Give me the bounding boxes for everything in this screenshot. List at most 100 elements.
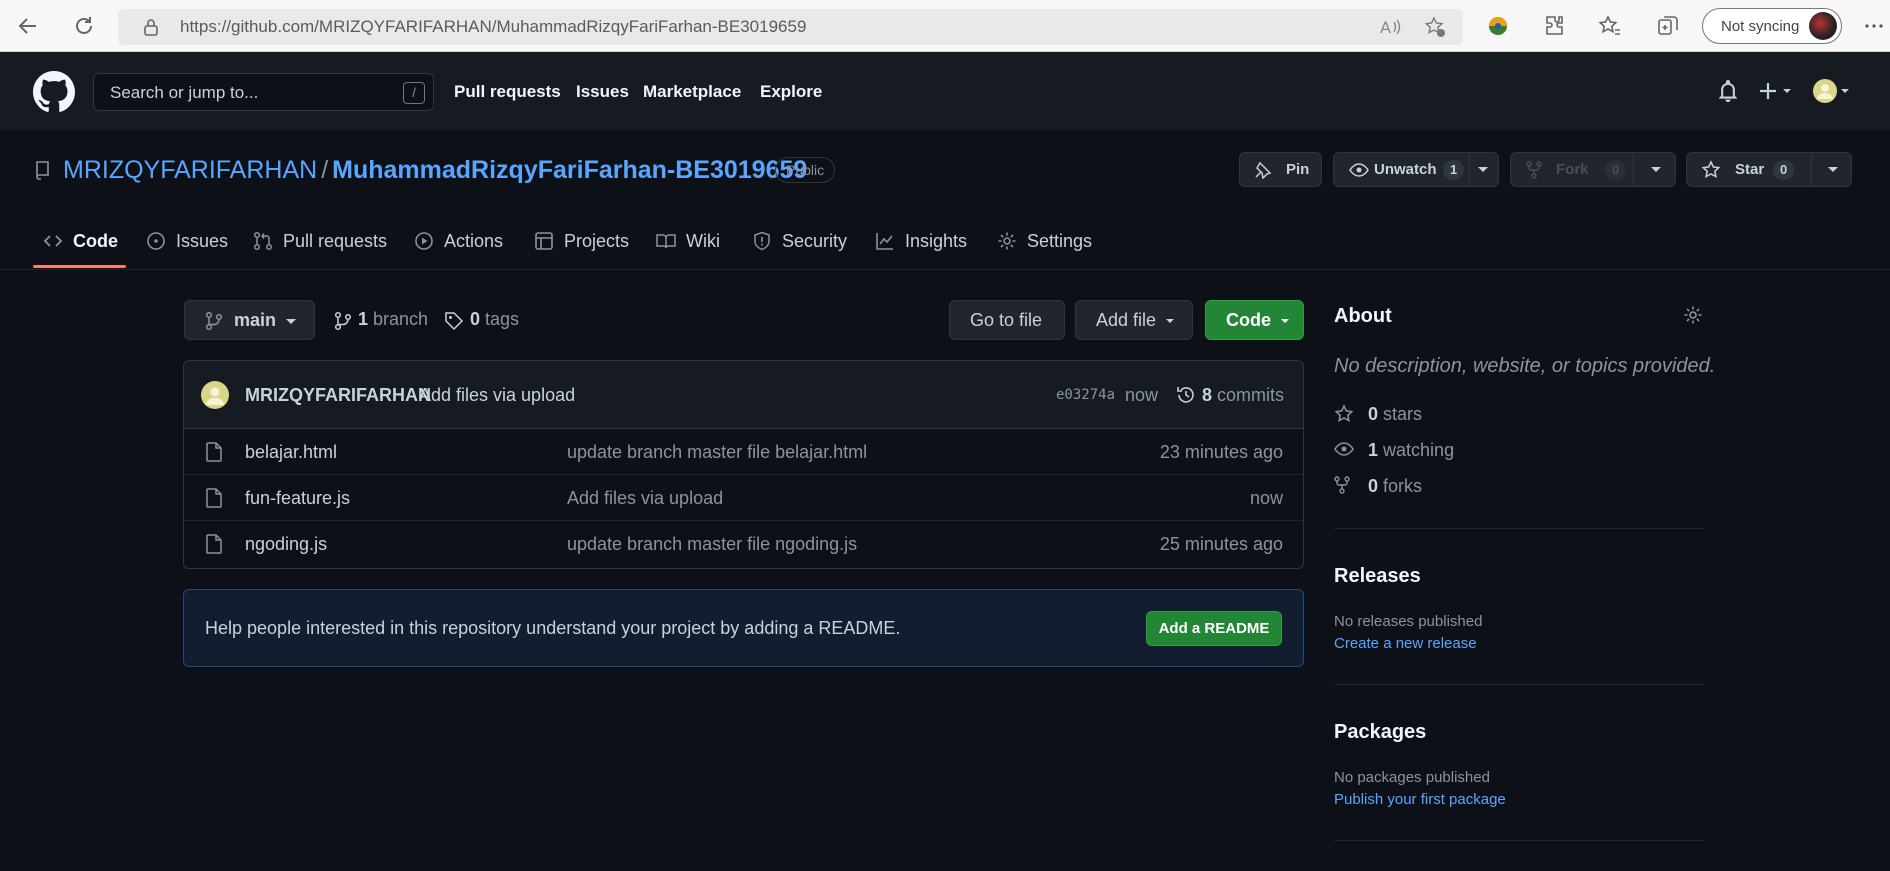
releases-heading[interactable]: Releases — [1334, 565, 1421, 588]
github-logo-icon[interactable] — [33, 71, 75, 113]
star-dropdown-chevron-icon[interactable] — [1827, 166, 1839, 174]
nav-explore[interactable]: Explore — [760, 82, 822, 102]
user-avatar-menu[interactable] — [1812, 78, 1852, 104]
branch-count: 1 — [358, 309, 369, 329]
browser-toolbar: https://github.com/MRIZQYFARIFARHAN/Muha… — [0, 0, 1890, 52]
fork-dropdown-chevron-icon[interactable] — [1650, 166, 1662, 174]
search-placeholder: Search or jump to... — [110, 83, 259, 102]
tab-issues-label: Issues — [176, 231, 229, 251]
stars-word: stars — [1383, 404, 1423, 424]
add-file-button[interactable]: Add file — [1075, 300, 1193, 340]
about-settings-gear-icon[interactable] — [1683, 305, 1703, 325]
visibility-badge: Public — [775, 157, 836, 183]
file-commit-message[interactable]: update branch master file belajar.html — [567, 442, 867, 463]
commit-message[interactable]: Add files via upload — [419, 385, 575, 406]
star-icon — [1701, 160, 1721, 180]
branch-selector[interactable]: main — [184, 300, 315, 340]
code-button-label: Code — [1226, 310, 1271, 330]
extension-colorful-icon[interactable] — [1486, 14, 1510, 38]
refresh-icon[interactable] — [72, 14, 96, 38]
file-commit-message[interactable]: update branch master file ngoding.js — [567, 534, 857, 555]
sidebar-divider — [1334, 528, 1704, 529]
active-tab-indicator — [33, 265, 126, 268]
graph-icon — [875, 231, 895, 251]
commit-author[interactable]: MRIZQYFARIFARHAN — [245, 385, 431, 406]
file-row[interactable]: fun-feature.js Add files via upload now — [184, 475, 1303, 521]
create-new-plus-icon[interactable] — [1759, 80, 1795, 102]
chevron-down-icon — [1280, 318, 1290, 325]
favorites-icon[interactable] — [1598, 14, 1622, 38]
stars-count: 0 — [1368, 404, 1379, 424]
file-commit-time: 23 minutes ago — [1159, 442, 1283, 462]
add-readme-button[interactable]: Add a README — [1146, 611, 1282, 646]
issue-opened-icon — [146, 231, 166, 251]
forks-count: 0 — [1368, 476, 1379, 496]
button-divider — [1469, 153, 1470, 186]
file-list: MRIZQYFARIFARHAN Add files via upload e0… — [183, 360, 1304, 569]
file-icon — [205, 488, 225, 508]
unwatch-label: Unwatch — [1374, 161, 1437, 178]
file-name[interactable]: ngoding.js — [245, 534, 327, 555]
releases-status: No releases published — [1334, 613, 1483, 630]
about-heading: About — [1334, 305, 1392, 327]
favorite-add-icon[interactable] — [1424, 16, 1446, 38]
unwatch-dropdown-chevron-icon[interactable] — [1477, 166, 1489, 174]
chevron-down-icon — [1165, 318, 1175, 325]
lock-icon[interactable] — [142, 18, 160, 36]
tag-count: 0 — [470, 309, 481, 329]
back-icon[interactable] — [16, 14, 40, 38]
chevron-down-icon — [285, 318, 297, 326]
create-release-link[interactable]: Create a new release — [1334, 635, 1477, 652]
button-divider — [1633, 153, 1634, 186]
tab-insights-label: Insights — [905, 231, 968, 251]
profile-sync-button[interactable]: Not syncing — [1702, 8, 1842, 44]
tab-wiki-label: Wiki — [686, 231, 720, 251]
file-row[interactable]: belajar.html update branch master file b… — [184, 429, 1303, 475]
go-to-file-button[interactable]: Go to file — [949, 300, 1065, 340]
history-icon — [1176, 385, 1196, 405]
github-header: Search or jump to... / Pull requests Iss… — [0, 52, 1890, 130]
address-bar[interactable]: https://github.com/MRIZQYFARIFARHAN/Muha… — [118, 9, 1463, 45]
sidebar-divider — [1334, 684, 1704, 685]
more-options-icon[interactable] — [1862, 14, 1886, 38]
collections-icon[interactable] — [1656, 14, 1680, 38]
about-description: No description, website, or topics provi… — [1334, 355, 1716, 377]
search-input[interactable]: Search or jump to... / — [93, 73, 434, 111]
star-button[interactable]: Star 0 — [1686, 152, 1852, 187]
unwatch-button[interactable]: Unwatch 1 — [1333, 152, 1499, 187]
repo-name-link[interactable]: MuhammadRizqyFariFarhan-BE3019659 — [332, 156, 807, 184]
file-name[interactable]: belajar.html — [245, 442, 337, 463]
read-aloud-icon[interactable]: A — [1380, 17, 1402, 37]
tab-pull-requests-label: Pull requests — [283, 231, 388, 251]
project-table-icon — [534, 231, 554, 251]
packages-heading[interactable]: Packages — [1334, 721, 1426, 744]
file-row[interactable]: ngoding.js update branch master file ngo… — [184, 521, 1303, 567]
go-to-file-label: Go to file — [970, 310, 1043, 330]
pin-label: Pin — [1286, 161, 1310, 178]
commits-link[interactable]: 8 commits — [1202, 385, 1284, 406]
file-commit-message[interactable]: Add files via upload — [567, 488, 723, 509]
sync-status-label: Not syncing — [1721, 18, 1800, 35]
tag-word: tags — [485, 309, 520, 329]
search-shortcut-key: / — [403, 82, 425, 104]
url-text: https://github.com/MRIZQYFARIFARHAN/Muha… — [180, 17, 807, 36]
eye-icon — [1349, 161, 1369, 179]
repo-icon — [35, 160, 51, 180]
file-name[interactable]: fun-feature.js — [245, 488, 350, 509]
author-avatar[interactable] — [200, 380, 230, 410]
fork-button[interactable]: Fork 0 — [1510, 152, 1676, 187]
extensions-icon[interactable] — [1542, 14, 1566, 38]
commit-count-word: commits — [1217, 385, 1285, 405]
notifications-bell-icon[interactable] — [1717, 80, 1739, 102]
nav-issues[interactable]: Issues — [576, 82, 629, 102]
repo-owner-link[interactable]: MRIZQYFARIFARHAN — [63, 156, 317, 184]
nav-marketplace[interactable]: Marketplace — [643, 82, 741, 102]
nav-pull-requests[interactable]: Pull requests — [454, 82, 561, 102]
publish-package-link[interactable]: Publish your first package — [1334, 791, 1506, 808]
fork-icon — [1526, 161, 1542, 179]
commit-sha[interactable]: e03274a — [1056, 387, 1115, 403]
pin-button[interactable]: Pin — [1239, 152, 1322, 187]
code-button[interactable]: Code — [1205, 300, 1304, 340]
watch-count: 1 — [1443, 160, 1465, 180]
readme-prompt-text: Help people interested in this repositor… — [205, 618, 901, 638]
